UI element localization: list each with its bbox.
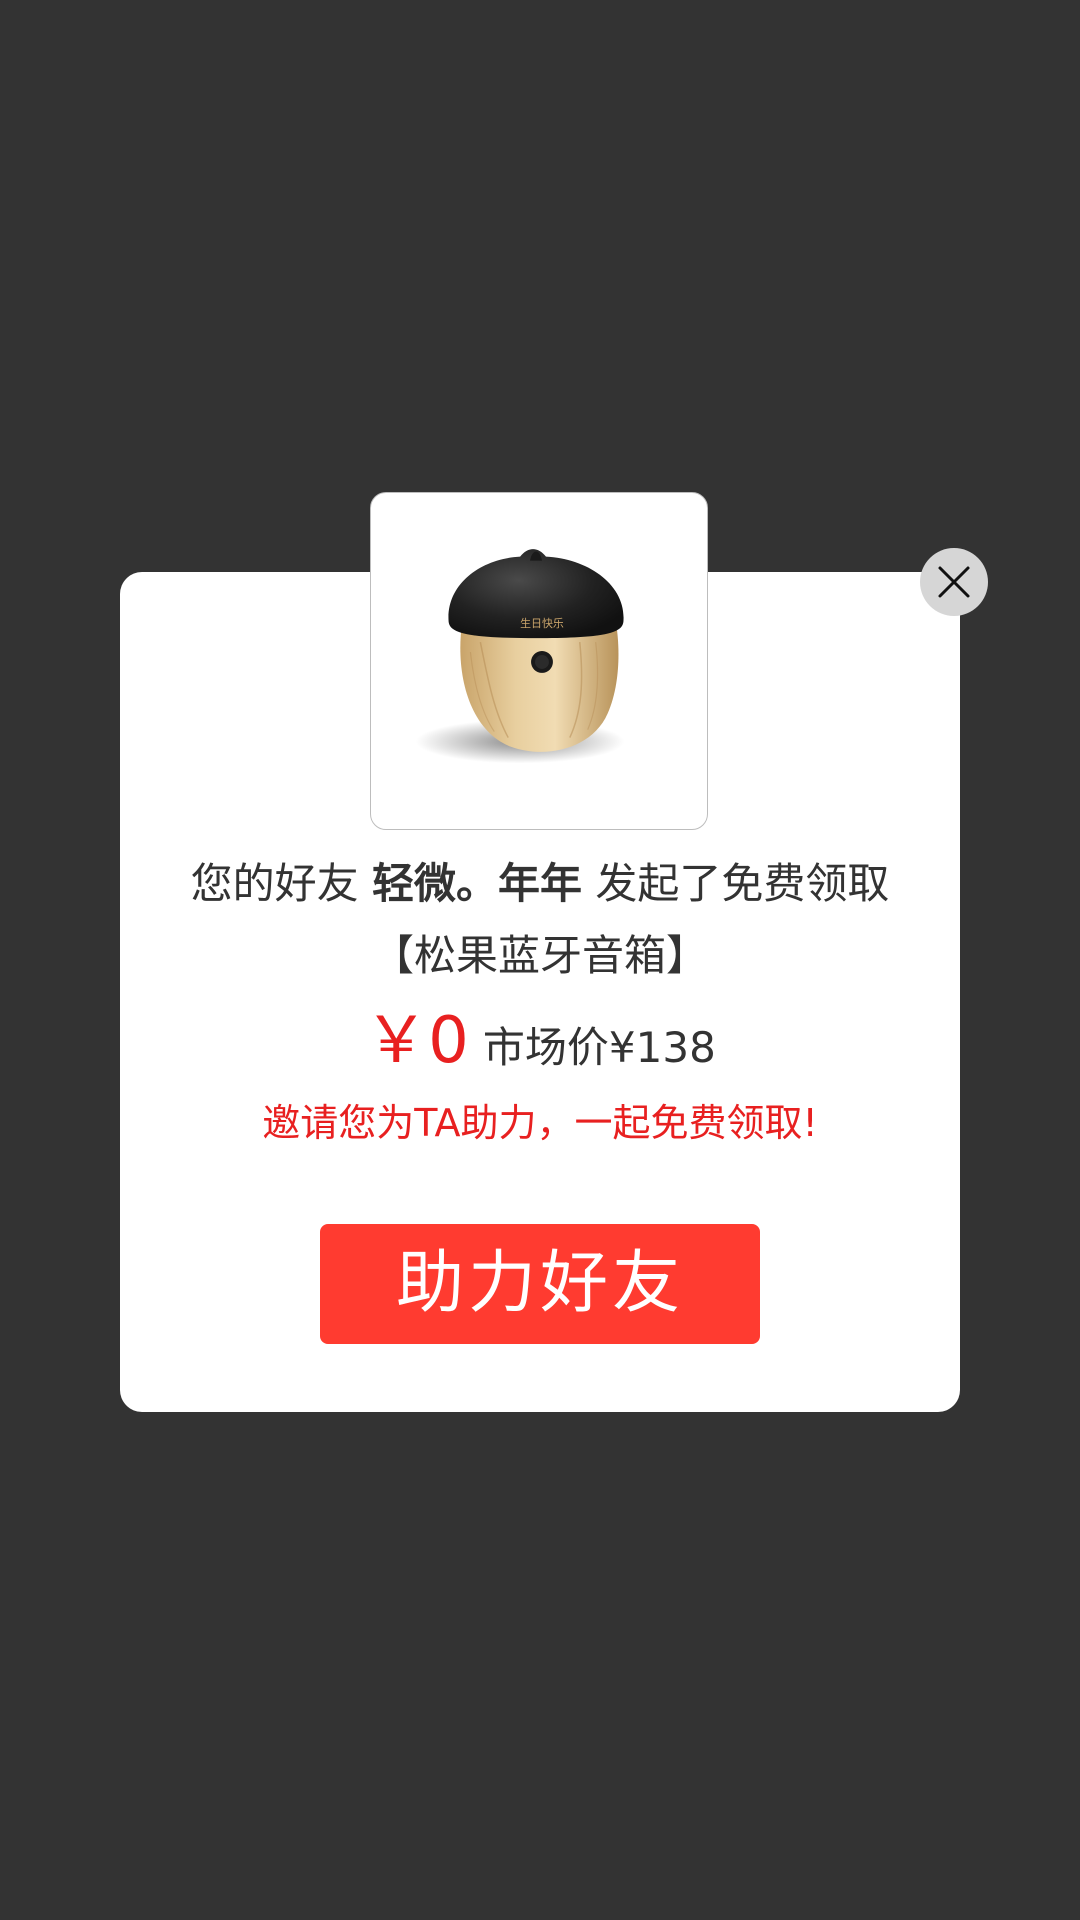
headline-prefix: 您的好友 [190,859,372,908]
close-icon [938,566,970,598]
engraving-text: 生日快乐 [520,616,564,630]
headline-line-1: 您的好友 轻微。年年 发起了免费领取 [120,848,960,920]
acorn-speaker-image: 生日快乐 [415,549,625,764]
headline-suffix: 发起了免费领取 [582,859,890,908]
friend-name: 轻微。年年 [371,859,582,908]
invitation-headline: 您的好友 轻微。年年 发起了免费领取 【松果蓝牙音箱】 [120,848,960,992]
market-price: 市场价¥138 [482,1023,716,1072]
product-image: 生日快乐 [370,492,708,830]
price-row: ￥0 市场价¥138 [120,996,960,1102]
invite-message: 邀请您为TA助力，一起免费领取! [262,1101,818,1145]
product-name: 【松果蓝牙音箱】 [371,931,708,980]
current-price: ￥0 [364,1004,469,1078]
close-button[interactable] [920,548,988,616]
help-friend-button[interactable]: 助力好友 [320,1224,760,1344]
